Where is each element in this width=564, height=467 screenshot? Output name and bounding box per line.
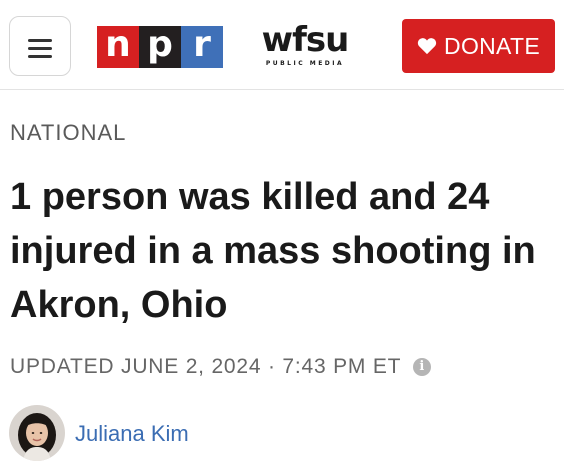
npr-logo[interactable]: n p r — [97, 26, 223, 68]
npr-logo-r: r — [181, 26, 223, 68]
donate-button[interactable]: DONATE — [402, 19, 555, 73]
article-dateline: UPDATED JUNE 2, 2024 · 7:43 PM ET i — [10, 355, 432, 379]
section-label[interactable]: NATIONAL — [10, 120, 126, 146]
wfsu-tagline: PUBLIC MEDIA — [265, 60, 345, 67]
article-headline: 1 person was killed and 24 injured in a … — [10, 176, 536, 326]
site-header: n p r wfsu PUBLIC MEDIA DONATE — [0, 0, 564, 90]
donate-label: DONATE — [444, 32, 540, 59]
menu-button[interactable] — [9, 16, 71, 76]
npr-logo-p: p — [139, 26, 181, 68]
info-icon[interactable]: i — [413, 358, 432, 376]
npr-logo-n: n — [97, 26, 139, 68]
wfsu-logo-text: wfsu — [261, 20, 350, 60]
dateline-text: UPDATED JUNE 2, 2024 · 7:43 PM ET — [10, 355, 402, 378]
author-photo — [9, 405, 65, 461]
author-avatar[interactable] — [9, 405, 65, 461]
hamburger-menu-icon — [28, 39, 52, 63]
wfsu-logo[interactable]: wfsu PUBLIC MEDIA — [254, 23, 356, 67]
heart-icon — [417, 38, 437, 55]
author-name[interactable]: Juliana Kim — [75, 421, 189, 447]
